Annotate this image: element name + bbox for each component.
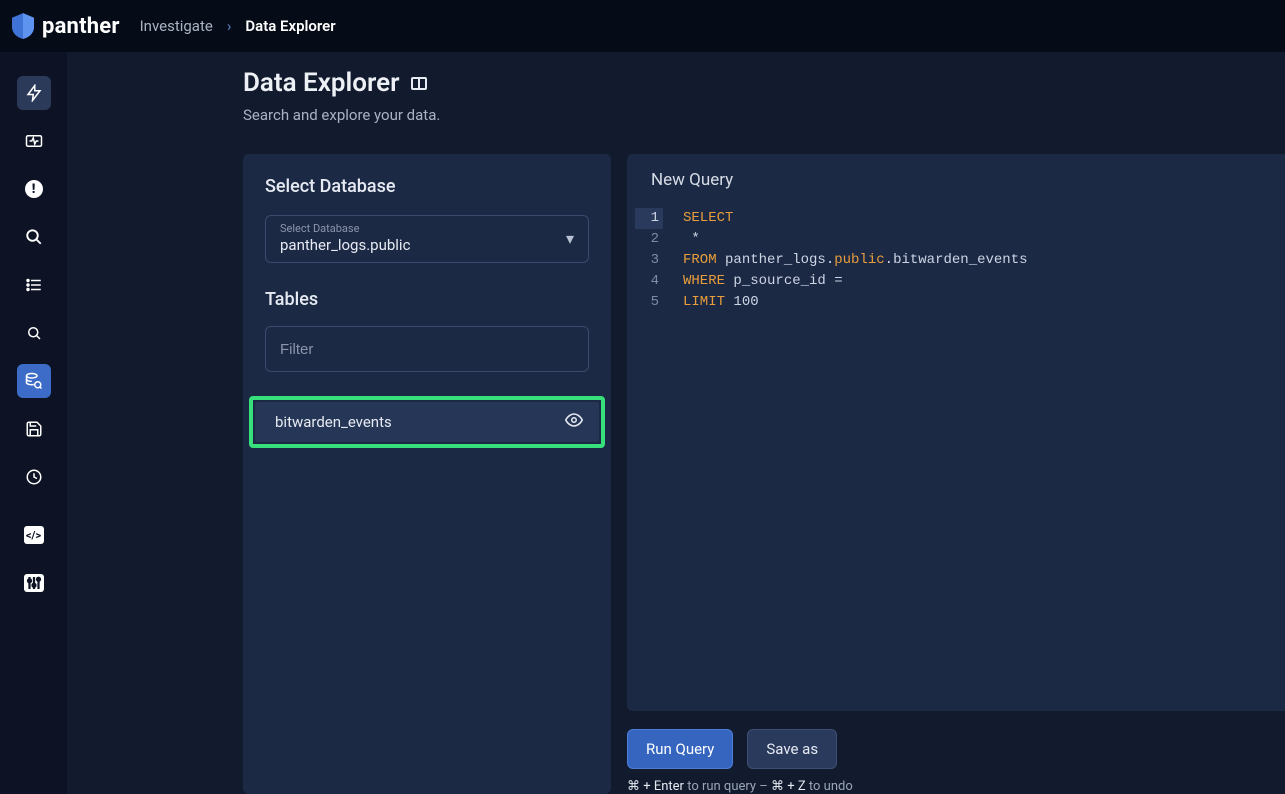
keyboard-hints: ⌘ + Enter to run query – ⌘ + Z to undo [627,779,1285,794]
nav-search[interactable] [17,220,51,254]
content-area: Data Explorer Search and explore your da… [67,52,1285,794]
nav-bolt[interactable] [17,76,51,110]
editor-body[interactable]: SELECT * FROM panther_logs.public.bitwar… [671,208,1285,711]
table-row[interactable]: bitwarden_events [255,402,599,442]
breadcrumb-data-explorer[interactable]: Data Explorer [245,17,335,35]
activity-icon [25,132,43,150]
run-query-button[interactable]: Run Query [627,729,733,769]
brand-logo[interactable]: panther [12,13,120,39]
query-actions: Run Query Save as [627,711,1285,769]
nav-alert[interactable]: ! [17,172,51,206]
nav-code[interactable]: </> [17,518,51,552]
nav-tuning[interactable] [17,566,51,600]
nav-list[interactable] [17,268,51,302]
docs-icon[interactable] [411,77,427,90]
page-subtitle: Search and explore your data. [243,106,1285,124]
code-icon: </> [24,526,44,544]
breadcrumb-investigate[interactable]: Investigate [140,17,213,35]
left-nav: ! </> [0,52,67,794]
breadcrumb: Investigate › Data Explorer [140,17,336,35]
editor-gutter: 1 2 3 4 5 [627,208,671,711]
eye-icon[interactable] [565,413,583,431]
page-title: Data Explorer [243,68,399,98]
editor-card: New Query 1 2 3 4 5 SELECT * FROM panthe… [627,154,1285,711]
tables-filter-input[interactable] [266,327,588,371]
database-select-value: panther_logs.public [280,236,410,254]
chevron-right-icon: › [227,17,232,35]
bolt-icon [25,84,43,102]
brand-text: panther [42,14,120,39]
tables-filter[interactable] [265,326,589,372]
database-panel: Select Database Select Database panther_… [243,154,611,794]
list-icon [25,276,43,294]
chevron-down-icon: ▾ [566,229,574,248]
query-panel: New Query 1 2 3 4 5 SELECT * FROM panthe… [627,154,1285,794]
data-explorer-icon [25,372,43,390]
history-icon [25,468,43,486]
page-header: Data Explorer [243,68,1285,98]
tuning-icon [24,574,44,592]
table-row-name: bitwarden_events [275,413,392,431]
nav-activity[interactable] [17,124,51,158]
small-search-icon [25,324,43,342]
top-bar: panther Investigate › Data Explorer [0,0,1285,52]
nav-data-explorer[interactable] [17,364,51,398]
tables-heading: Tables [265,289,589,310]
query-title: New Query [627,154,1285,208]
database-select-label: Select Database [280,222,410,235]
save-icon [25,420,43,438]
sql-editor[interactable]: 1 2 3 4 5 SELECT * FROM panther_logs.pub… [627,208,1285,711]
panther-shield-icon [12,13,34,39]
nav-history[interactable] [17,460,51,494]
nav-small-search[interactable] [17,316,51,350]
table-highlight-box: bitwarden_events [249,396,605,448]
database-select[interactable]: Select Database panther_logs.public ▾ [265,215,589,263]
search-icon [25,228,43,246]
nav-save[interactable] [17,412,51,446]
select-database-heading: Select Database [265,176,589,197]
save-as-button[interactable]: Save as [747,729,837,769]
alert-icon: ! [25,180,43,198]
